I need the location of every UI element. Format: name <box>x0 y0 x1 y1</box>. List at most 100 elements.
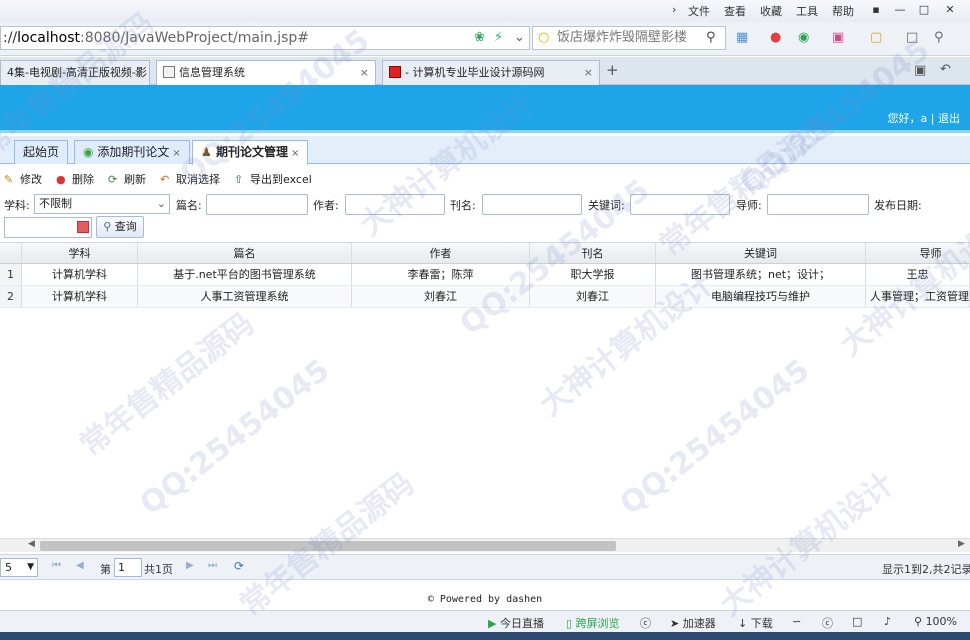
refresh-button[interactable]: ⟳ 刷新 <box>108 171 146 187</box>
next-page-icon[interactable]: ▶ <box>186 560 194 571</box>
undo-icon[interactable]: ↶ <box>940 62 951 78</box>
journal-label: 刊名: <box>450 199 476 212</box>
extension-icon[interactable]: ● <box>770 30 781 46</box>
browser-tab-video[interactable]: 4集-电视剧-高清正版视频-影 × <box>0 60 150 85</box>
bookmark-icon[interactable]: ▢ <box>870 30 882 46</box>
minimize-button[interactable]: — <box>890 2 910 18</box>
close-tab-icon[interactable]: × <box>134 61 143 84</box>
column-header-author[interactable]: 作者 <box>352 243 530 263</box>
calendar-icon[interactable] <box>77 221 89 233</box>
keyword-input[interactable] <box>630 194 730 215</box>
cancel-select-button[interactable]: ↶ 取消选择 <box>160 171 220 187</box>
browser-tab-source-site[interactable]: - 计算机专业毕业设计源码网 × <box>382 60 600 85</box>
watermark-text: QQ:25454045 <box>613 352 817 523</box>
restore-tab-icon[interactable]: ▣ <box>914 63 926 79</box>
column-header-subject[interactable]: 学科 <box>22 243 138 263</box>
zoom-control[interactable]: ⚲ 100% <box>914 615 957 628</box>
live-button[interactable]: ▶ 今日直播 <box>488 615 544 631</box>
scrollbar-thumb[interactable] <box>40 541 616 551</box>
window-icon[interactable]: □ <box>852 615 862 628</box>
advisor-label: 导师: <box>736 199 762 212</box>
download-button[interactable]: ↓ 下载 <box>738 615 773 631</box>
lightning-icon[interactable]: ⚡ <box>494 30 503 46</box>
maximize-button[interactable]: □ <box>914 2 934 18</box>
skin-icon[interactable]: ▪ <box>866 2 886 18</box>
cell-advisor: 人事管理；工资管理 <box>866 286 970 307</box>
page-number-input[interactable]: 1 <box>114 558 142 577</box>
menu-tools[interactable]: 工具 <box>796 3 818 19</box>
close-tab-icon[interactable]: × <box>291 148 299 159</box>
page-size-select[interactable]: 5 ▼ <box>0 558 38 577</box>
security-icon[interactable]: ❀ <box>474 30 485 46</box>
title-input[interactable] <box>206 194 308 215</box>
search-engine-icon[interactable]: ○ <box>538 30 549 46</box>
page-total: 共1页 <box>144 563 173 576</box>
split-view-button[interactable]: ▯ 跨屏浏览 <box>566 615 620 631</box>
tab-paper-manage[interactable]: ♟ 期刊论文管理 × <box>192 140 309 165</box>
search-icon[interactable]: ⚲ <box>706 30 716 46</box>
apps-icon[interactable]: ▦ <box>736 30 748 46</box>
close-window-button[interactable]: ✕ <box>940 2 960 18</box>
dropdown-chevron-icon[interactable]: ⌄ <box>514 30 525 46</box>
search-icon: ⚲ <box>103 220 112 233</box>
browser-tab-info-system[interactable]: 信息管理系统 × <box>156 60 376 86</box>
delete-button[interactable]: ● 删除 <box>56 171 94 187</box>
close-tab-icon[interactable]: × <box>360 61 369 84</box>
watermark-text: QQ:25454045 <box>133 352 337 523</box>
translate-icon[interactable]: ▣ <box>832 30 844 46</box>
column-header-advisor[interactable]: 导师 <box>866 243 970 263</box>
shield-icon[interactable]: ◉ <box>798 30 809 46</box>
author-input[interactable] <box>345 194 445 215</box>
column-header-title[interactable]: 篇名 <box>138 243 352 263</box>
close-tab-icon[interactable]: × <box>172 148 180 159</box>
volume-icon[interactable]: ♪ <box>884 615 891 628</box>
advisor-input[interactable] <box>767 194 869 215</box>
date-input[interactable] <box>4 217 92 238</box>
grid-toolbar: ✎ 修改 ● 删除 ⟳ 刷新 ↶ 取消选择 ⇧ 导出到excel <box>0 167 970 191</box>
tab-add-paper[interactable]: ◉ 添加期刊论文 × <box>74 140 190 164</box>
new-tab-button[interactable]: + <box>606 62 619 78</box>
tab-home[interactable]: 起始页 <box>14 140 69 164</box>
url-prefix: :// <box>3 30 18 46</box>
menu-help[interactable]: 帮助 <box>832 3 854 19</box>
url-input[interactable]: ://localhost:8080/JavaWebProject/main.js… <box>0 26 530 50</box>
menu-expand-icon[interactable]: › <box>672 3 676 16</box>
prev-page-icon[interactable]: ◀ <box>76 560 84 571</box>
close-tab-icon[interactable]: × <box>584 61 593 84</box>
browser-tab-label: - 计算机专业毕业设计源码网 <box>405 66 545 79</box>
undo-icon: ↶ <box>160 173 170 186</box>
rocket-icon: ➤ <box>670 617 680 630</box>
greeting-text: 您好，a <box>887 112 928 125</box>
menu-view[interactable]: 查看 <box>724 3 746 19</box>
menu-favorites[interactable]: 收藏 <box>760 3 782 19</box>
logout-link[interactable]: 退出 <box>938 112 960 125</box>
journal-input[interactable] <box>482 194 582 215</box>
export-excel-button[interactable]: ⇧ 导出到excel <box>234 171 312 187</box>
browser-mode-icon[interactable]: ⓒ <box>822 615 833 631</box>
tab-label: 期刊论文管理 <box>215 145 288 159</box>
column-header-journal[interactable]: 刊名 <box>530 243 656 263</box>
last-page-icon[interactable]: ⏭ <box>208 560 217 571</box>
app-tab-bar: 起始页 ◉ 添加期刊论文 × ♟ 期刊论文管理 × <box>0 136 970 165</box>
ie-mode-icon[interactable]: ⓒ <box>640 615 651 631</box>
footer-text: © Powered by dashen <box>427 594 543 605</box>
query-button[interactable]: ⚲ 查询 <box>96 216 144 238</box>
accelerator-button[interactable]: ➤ 加速器 <box>670 615 716 631</box>
search-input[interactable]: 饭店爆炸炸毁隔壁影楼 <box>532 26 726 50</box>
dev-tools-icon[interactable]: ∽ <box>792 615 801 628</box>
screenshot-icon[interactable]: □ <box>906 30 918 46</box>
scroll-left-icon[interactable]: ◀ <box>28 539 35 549</box>
pencil-icon: ✎ <box>4 173 14 186</box>
table-row[interactable]: 1 计算机学科 基于.net平台的图书管理系统 李春雷；陈萍 职大学报 图书管理… <box>0 264 970 286</box>
first-page-icon[interactable]: ⏮ <box>52 560 61 571</box>
table-row[interactable]: 2 计算机学科 人事工资管理系统 刘春江 刘春江 电脑编程技巧与维护 人事管理；… <box>0 286 970 308</box>
subject-select[interactable]: 不限制 ⌄ <box>34 194 170 214</box>
menu-file[interactable]: 文件 <box>688 3 710 19</box>
zoom-icon[interactable]: ⚲ <box>934 30 944 46</box>
edit-button[interactable]: ✎ 修改 <box>4 171 42 187</box>
user-greeting: 您好，a | 退出 <box>888 110 960 126</box>
column-header-keyword[interactable]: 关键词 <box>656 243 866 263</box>
reload-icon[interactable]: ⟳ <box>234 559 244 573</box>
scroll-right-icon[interactable]: ▶ <box>958 539 965 549</box>
horizontal-scrollbar[interactable]: ◀ ▶ <box>0 538 970 552</box>
